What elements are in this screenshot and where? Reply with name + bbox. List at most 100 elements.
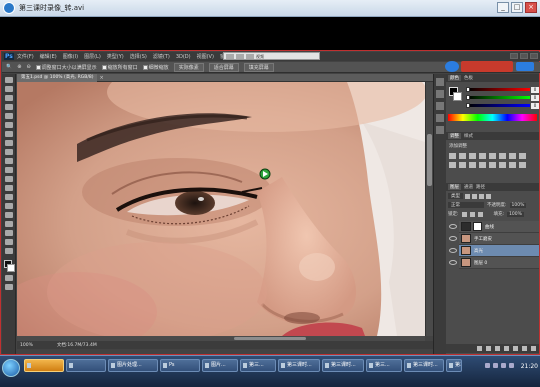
posterize-adjustment-icon[interactable] xyxy=(489,162,496,168)
lock-pixels-icon[interactable] xyxy=(461,211,467,217)
start-button[interactable] xyxy=(2,359,20,377)
properties-panel-icon[interactable] xyxy=(436,90,444,98)
red-value[interactable]: 0 xyxy=(531,87,539,93)
invert-adjustment-icon[interactable] xyxy=(479,162,486,168)
type-tool-icon[interactable] xyxy=(4,212,13,218)
move-tool-icon[interactable] xyxy=(4,77,13,83)
lasso-tool-icon[interactable] xyxy=(4,95,13,101)
bg-color-chip[interactable] xyxy=(453,92,462,101)
history-panel-icon[interactable] xyxy=(436,78,444,86)
blend-mode-select[interactable]: 正常 xyxy=(448,202,484,208)
taskbar-item[interactable]: 第三课时... xyxy=(404,359,444,372)
lock-all-icon[interactable] xyxy=(477,211,483,217)
dodge-tool-icon[interactable] xyxy=(4,194,13,200)
tray-input-icon[interactable] xyxy=(484,363,490,368)
red-slider[interactable] xyxy=(466,87,530,92)
zoom-level[interactable]: 100% xyxy=(20,343,33,348)
gradient-tool-icon[interactable] xyxy=(4,176,13,182)
path-select-tool-icon[interactable] xyxy=(4,221,13,227)
layer-row-manual-retouch[interactable]: 手工磨皮 xyxy=(459,233,539,245)
tray-volume-icon[interactable] xyxy=(500,363,506,368)
tab-styles[interactable]: 样式 xyxy=(464,133,473,139)
threshold-adjustment-icon[interactable] xyxy=(499,162,506,168)
tray-app-icon[interactable] xyxy=(508,363,514,368)
zoom-tool-icon-2[interactable] xyxy=(4,248,13,254)
resize-windows-option[interactable]: 调整窗口大小以满屏显示 xyxy=(35,64,97,71)
photo-filter-adjustment-icon[interactable] xyxy=(449,162,456,168)
green-value[interactable]: 0 xyxy=(531,95,539,101)
color-lookup-adjustment-icon[interactable] xyxy=(469,162,476,168)
taskbar-clock[interactable]: 21:20 xyxy=(521,363,538,370)
marquee-tool-icon[interactable] xyxy=(4,86,13,92)
background-color-swatch[interactable] xyxy=(7,264,15,272)
new-adjustment-icon[interactable] xyxy=(504,346,509,351)
taskbar-item[interactable]: 第三课时... xyxy=(278,359,320,372)
vibrance-adjustment-icon[interactable] xyxy=(489,153,496,159)
opacity-value[interactable]: 100% xyxy=(509,202,527,208)
blue-slider[interactable] xyxy=(466,103,530,108)
zoom-tool-icon[interactable]: 🔍 xyxy=(6,64,12,70)
taskbar-item[interactable]: Ps xyxy=(160,359,200,372)
hue-saturation-adjustment-icon[interactable] xyxy=(499,153,506,159)
menu-type[interactable]: 类型(Y) xyxy=(107,53,124,60)
menu-layer[interactable]: 图层(L) xyxy=(84,53,101,60)
actual-pixels-button[interactable]: 实际像素 xyxy=(173,62,204,72)
vertical-scroll-thumb[interactable] xyxy=(427,134,432,186)
link-layers-icon[interactable] xyxy=(477,346,482,351)
fill-screen-button[interactable]: 填充屏幕 xyxy=(243,62,274,72)
history-brush-tool-icon[interactable] xyxy=(4,158,13,164)
close-button[interactable]: × xyxy=(525,2,537,13)
new-group-icon[interactable] xyxy=(513,346,518,351)
tab-layers[interactable]: 图层 xyxy=(448,184,461,190)
tab-color[interactable]: 颜色 xyxy=(448,75,461,81)
black-white-adjustment-icon[interactable] xyxy=(519,153,526,159)
scrubby-zoom-option[interactable]: 细微缩放 xyxy=(142,64,169,71)
brush-tool-icon[interactable] xyxy=(4,140,13,146)
blur-tool-icon[interactable] xyxy=(4,185,13,191)
canvas-vertical-scrollbar[interactable] xyxy=(425,82,433,336)
fill-value[interactable]: 100% xyxy=(507,211,524,217)
info-panel-icon[interactable] xyxy=(436,102,444,110)
menu-edit[interactable]: 编辑(E) xyxy=(40,53,57,60)
quick-select-tool-icon[interactable] xyxy=(4,104,13,110)
taskbar-item[interactable]: 图片... xyxy=(202,359,238,372)
visibility-eye-icon[interactable] xyxy=(449,260,457,265)
selective-color-adjustment-icon[interactable] xyxy=(519,162,526,168)
taskbar-item[interactable]: 第三... xyxy=(366,359,402,372)
taskbar-item[interactable]: 第三... xyxy=(446,359,462,372)
fit-screen-button[interactable]: 适合屏幕 xyxy=(208,62,239,72)
record-icon[interactable] xyxy=(226,53,234,59)
gradient-map-adjustment-icon[interactable] xyxy=(509,162,516,168)
document-tab[interactable]: 第五1.psd @ 100% (高光, RGB/8) xyxy=(17,73,98,82)
hand-tool-icon[interactable] xyxy=(4,239,13,245)
layer-row-curves[interactable]: 曲线 xyxy=(459,221,539,233)
color-spectrum-bar[interactable] xyxy=(448,114,537,121)
paragraph-panel-icon[interactable] xyxy=(436,126,444,134)
menu-image[interactable]: 图像(I) xyxy=(63,53,78,60)
taskbar-item[interactable]: 图片处理... xyxy=(108,359,158,372)
filter-shape-icon[interactable] xyxy=(486,193,491,199)
eyedropper-tool-icon[interactable] xyxy=(4,122,13,128)
layer-mask-thumbnail[interactable] xyxy=(473,222,482,231)
layer-kind-select[interactable]: 类型 xyxy=(448,193,463,199)
visibility-eye-icon[interactable] xyxy=(449,248,457,253)
taskbar-item[interactable] xyxy=(66,359,106,372)
eraser-tool-icon[interactable] xyxy=(4,167,13,173)
healing-brush-tool-icon[interactable] xyxy=(4,131,13,137)
taskbar-item[interactable]: 第三课时... xyxy=(322,359,364,372)
tab-swatches[interactable]: 色板 xyxy=(464,75,473,81)
layer-row-layer-0[interactable]: 图层 0 xyxy=(459,257,539,269)
horizontal-scroll-thumb[interactable] xyxy=(234,337,306,340)
stop-icon[interactable] xyxy=(246,53,254,59)
channel-mixer-adjustment-icon[interactable] xyxy=(459,162,466,168)
color-balance-adjustment-icon[interactable] xyxy=(509,153,516,159)
lock-position-icon[interactable] xyxy=(469,211,475,217)
clone-stamp-tool-icon[interactable] xyxy=(4,149,13,155)
new-layer-icon[interactable] xyxy=(522,346,527,351)
green-slider[interactable] xyxy=(466,95,530,100)
pause-icon[interactable] xyxy=(236,53,244,59)
brightness-adjustment-icon[interactable] xyxy=(449,153,456,159)
maximize-button[interactable]: □ xyxy=(511,2,523,13)
filter-type-icon[interactable] xyxy=(479,193,484,199)
visibility-eye-icon[interactable] xyxy=(449,224,457,229)
